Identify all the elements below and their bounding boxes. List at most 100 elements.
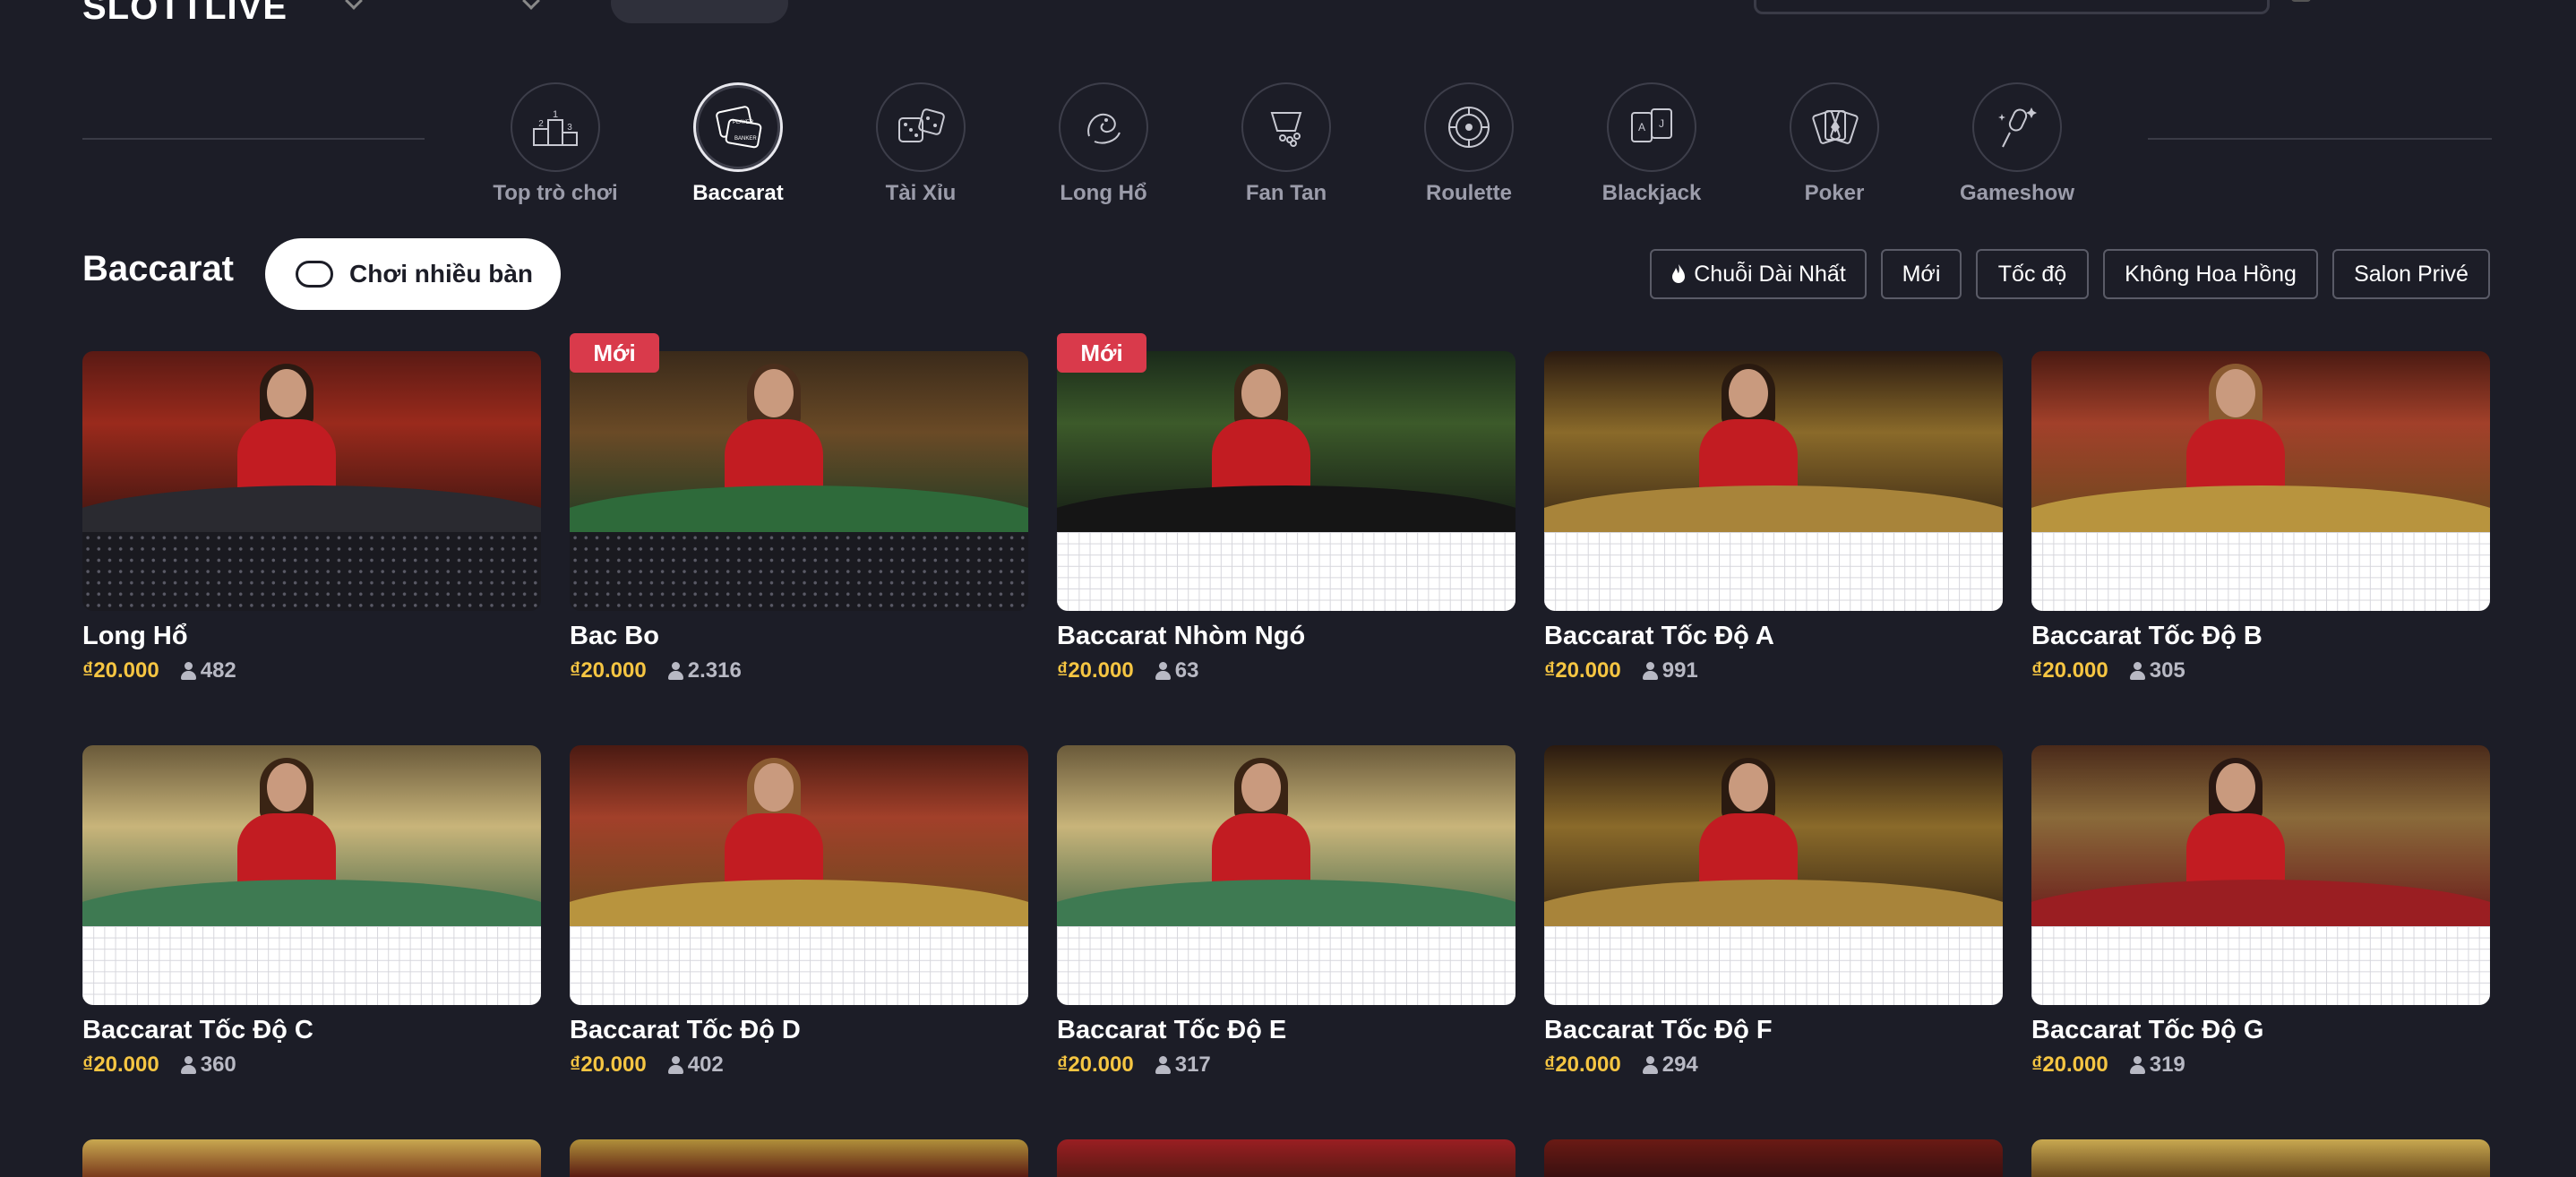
player-count-value: 317 <box>1174 1052 1211 1077</box>
player-count-value: 402 <box>687 1052 724 1077</box>
tab-baccarat[interactable]: PLAYER BANKER Baccarat <box>657 82 819 206</box>
game-title[interactable]: Bac Bo <box>570 622 1028 651</box>
tab-label: Tài Xỉu <box>885 181 957 205</box>
game-thumbnail[interactable] <box>570 351 1028 611</box>
game-title[interactable]: Baccarat Tốc Độ F <box>1544 1016 2003 1045</box>
fan-tan-icon <box>1241 82 1331 172</box>
dealer-image <box>82 745 541 960</box>
game-card[interactable]: Baccarat Tốc Độ G ₫20.000 319 <box>2031 745 2490 1078</box>
game-title[interactable]: Baccarat Tốc Độ C <box>82 1016 541 1045</box>
filter-chip[interactable]: Chuỗi Dài Nhất <box>1650 249 1867 299</box>
min-bet: ₫20.000 <box>1544 658 1621 683</box>
tab-poker[interactable]: Poker <box>1754 82 1915 206</box>
tab-fan-tan[interactable]: Fan Tan <box>1206 82 1367 206</box>
nav-pill[interactable] <box>611 0 788 23</box>
game-thumbnail[interactable] <box>82 351 541 611</box>
dealer-image <box>570 745 1028 960</box>
game-card[interactable]: Mới Bac Bo ₫20.000 2.316 <box>570 333 1028 683</box>
tab-long-hổ[interactable]: Long Hổ <box>1023 82 1184 206</box>
game-thumbnail[interactable] <box>2031 351 2490 611</box>
person-icon <box>1642 1056 1658 1074</box>
tab-blackjack[interactable]: AJ Blackjack <box>1571 82 1732 206</box>
filter-label: Mới <box>1902 261 1941 287</box>
tab-tài-xỉu[interactable]: Tài Xỉu <box>840 82 1001 206</box>
filter-label: Salon Privé <box>2354 261 2469 287</box>
game-title[interactable]: Baccarat Tốc Độ D <box>570 1016 1028 1045</box>
game-card[interactable]: Baccarat Tốc Độ D ₫20.000 402 <box>570 745 1028 1078</box>
player-count-value: 2.316 <box>687 658 742 683</box>
svg-text:J: J <box>1659 117 1664 130</box>
game-card-partial[interactable] <box>82 1139 541 1177</box>
wallet-icon[interactable] <box>2291 0 2311 2</box>
svg-text:PLAYER: PLAYER <box>733 120 754 125</box>
tab-gameshow[interactable]: Gameshow <box>1936 82 2098 206</box>
game-title[interactable]: Baccarat Tốc Độ G <box>2031 1016 2490 1045</box>
tab-top-trò-chơi[interactable]: 12 3 Top trò chơi <box>475 82 636 206</box>
player-count-value: 294 <box>1662 1052 1698 1077</box>
game-thumbnail[interactable] <box>1057 745 1516 1005</box>
game-card[interactable]: Baccarat Tốc Độ E ₫20.000 317 <box>1057 745 1516 1078</box>
game-card-partial[interactable] <box>1057 1139 1516 1177</box>
filter-chip[interactable]: Không Hoa Hồng <box>2103 249 2318 299</box>
dealer-image <box>2031 351 2490 566</box>
chevron-down-icon[interactable] <box>345 0 363 10</box>
multi-table-button[interactable]: Chơi nhiều bàn <box>265 238 561 310</box>
person-icon <box>667 662 683 680</box>
person-icon <box>1155 662 1171 680</box>
multi-table-label: Chơi nhiều bàn <box>349 260 534 288</box>
tab-label: Baccarat <box>692 181 784 205</box>
tab-label: Roulette <box>1426 181 1512 205</box>
player-count: 319 <box>2129 1052 2185 1078</box>
game-card-partial[interactable] <box>570 1139 1028 1177</box>
game-thumbnail[interactable] <box>1544 745 2003 1005</box>
game-card[interactable]: Baccarat Tốc Độ A ₫20.000 991 <box>1544 351 2003 683</box>
min-bet: ₫20.000 <box>82 1052 159 1077</box>
player-count-value: 63 <box>1174 658 1199 683</box>
bead-road <box>1057 532 1516 611</box>
game-thumbnail[interactable] <box>570 745 1028 1005</box>
person-icon <box>180 1056 196 1074</box>
microphone-icon <box>1972 82 2062 172</box>
player-count: 402 <box>667 1052 724 1078</box>
game-card[interactable]: Baccarat Tốc Độ F ₫20.000 294 <box>1544 745 2003 1078</box>
game-card[interactable]: Baccarat Tốc Độ B ₫20.000 305 <box>2031 351 2490 683</box>
chevron-down-icon[interactable] <box>522 0 540 10</box>
game-title[interactable]: Baccarat Nhòm Ngó <box>1057 622 1516 651</box>
tab-label: Top trò chơi <box>493 181 618 205</box>
game-thumbnail[interactable] <box>82 745 541 1005</box>
game-card[interactable]: Baccarat Tốc Độ C ₫20.000 360 <box>82 745 541 1078</box>
game-thumbnail[interactable] <box>2031 745 2490 1005</box>
new-badge: Mới <box>1057 333 1146 373</box>
game-title[interactable]: Baccarat Tốc Độ A <box>1544 622 2003 651</box>
svg-text:2: 2 <box>538 119 544 129</box>
game-card[interactable]: Long Hổ ₫20.000 482 <box>82 351 541 683</box>
player-count: 317 <box>1155 1052 1211 1078</box>
svg-text:BANKER: BANKER <box>734 136 757 142</box>
game-thumbnail[interactable] <box>1057 351 1516 611</box>
bead-road <box>570 532 1028 611</box>
logo[interactable]: SLOTTLIVE <box>82 0 288 28</box>
game-card-partial[interactable] <box>1544 1139 2003 1177</box>
player-count-value: 360 <box>200 1052 236 1077</box>
player-count: 294 <box>1642 1052 1698 1078</box>
top-bar: SLOTTLIVE <box>0 0 2576 27</box>
filter-chip[interactable]: Tốc độ <box>1976 249 2089 299</box>
game-title[interactable]: Baccarat Tốc Độ B <box>2031 622 2490 651</box>
player-count-value: 991 <box>1662 658 1698 683</box>
player-count: 2.316 <box>667 658 742 683</box>
game-thumbnail[interactable] <box>1544 351 2003 611</box>
tab-roulette[interactable]: Roulette <box>1388 82 1550 206</box>
divider <box>82 138 425 140</box>
game-card[interactable]: Mới Baccarat Nhòm Ngó ₫20.000 63 <box>1057 333 1516 683</box>
multi-table-icon <box>296 261 333 288</box>
player-count: 63 <box>1155 658 1199 683</box>
svg-text:A: A <box>1638 121 1645 133</box>
game-card-partial[interactable] <box>2031 1139 2490 1177</box>
section-title: Baccarat <box>82 249 235 288</box>
filter-label: Không Hoa Hồng <box>2125 261 2297 287</box>
search-input[interactable] <box>1754 0 2270 14</box>
filter-chip[interactable]: Mới <box>1881 249 1962 299</box>
game-title[interactable]: Long Hổ <box>82 622 541 651</box>
game-title[interactable]: Baccarat Tốc Độ E <box>1057 1016 1516 1045</box>
filter-chip[interactable]: Salon Privé <box>2332 249 2490 299</box>
